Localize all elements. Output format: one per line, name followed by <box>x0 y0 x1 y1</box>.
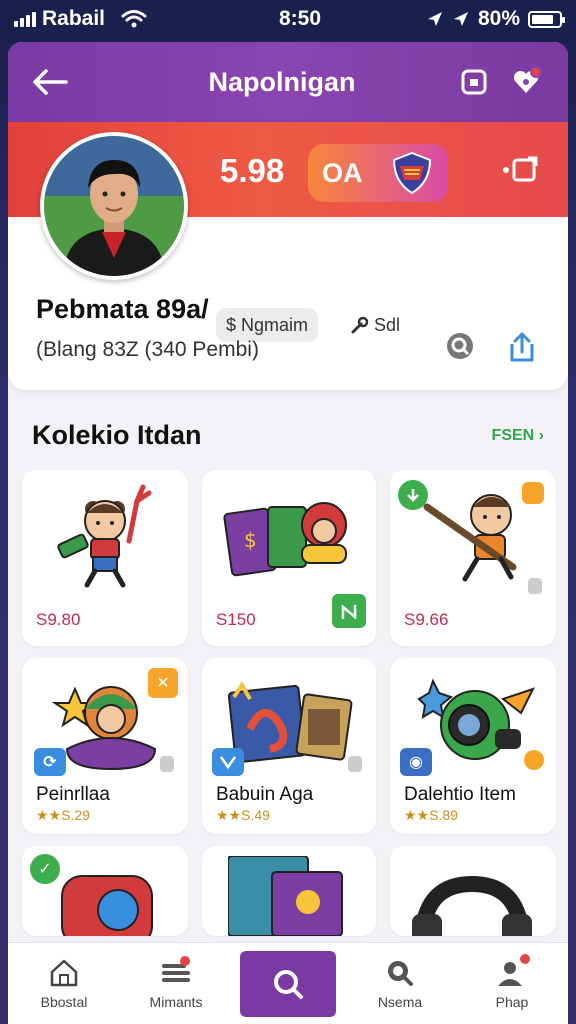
magnifier-icon <box>388 960 413 986</box>
item-image <box>61 875 153 936</box>
search-profile-icon[interactable] <box>444 330 476 362</box>
item-price: S150 <box>216 610 256 629</box>
nav-profile[interactable]: Phap <box>456 953 568 1010</box>
notification-button[interactable] <box>504 60 548 104</box>
location-arrow-icon <box>453 12 468 26</box>
app-window: Napolnigan 5.98 OA $ Ngmaim Sdl Pebmata … <box>8 42 568 1024</box>
stat-pill-label: OA <box>322 157 363 188</box>
shield-icon <box>392 151 432 195</box>
tag-coins-label: $ Ngmaim <box>226 314 309 335</box>
status-time: 8:50 <box>278 7 321 30</box>
status-bar: Rabail 8:50 80% <box>0 0 576 38</box>
more-icon[interactable] <box>528 578 542 594</box>
item-name: Dalehtio Item <box>404 784 516 805</box>
notification-dot <box>180 955 190 966</box>
item-rating: ★★S.49 <box>216 807 270 823</box>
tag-skill[interactable]: Sdl <box>340 308 410 342</box>
chevron-right-icon: › <box>538 426 544 444</box>
bookmark-button[interactable] <box>452 60 496 104</box>
search-icon <box>274 969 303 999</box>
battery-percent: 80% <box>477 7 520 30</box>
item-card[interactable]: ✓ <box>22 846 188 936</box>
item-price: S9.80 <box>36 610 81 629</box>
coin-icon <box>524 750 544 770</box>
notification-dot <box>530 66 542 78</box>
collection-header: Kolekio Itdan FSEN › <box>32 420 544 451</box>
item-image: $ <box>202 476 376 596</box>
more-icon[interactable] <box>160 756 174 772</box>
nav-home[interactable]: Bbostal <box>8 958 120 1010</box>
home-icon <box>50 959 78 986</box>
profile-subtitle: (Blang 83Z (340 Pembi) <box>36 338 259 361</box>
nav-moments-label: Mimants <box>149 993 203 1010</box>
item-price: S9.66 <box>404 610 449 629</box>
wifi-icon <box>121 10 147 28</box>
item-card[interactable]: Babuin Aga ★★S.49 <box>202 658 376 834</box>
back-button[interactable] <box>28 60 72 104</box>
item-name: Babuin Aga <box>216 784 314 805</box>
avatar[interactable] <box>40 132 188 280</box>
swap-icon[interactable]: ⟳ <box>34 748 66 776</box>
tag-skill-label: Sdl <box>374 314 401 335</box>
stat-value: 5.98 <box>220 152 285 189</box>
battery-icon <box>528 10 565 28</box>
nav-search[interactable] <box>240 950 336 1017</box>
item-card[interactable]: S9.66 <box>390 470 556 646</box>
item-name: Peinrllaa <box>36 784 110 805</box>
item-card[interactable]: S9.80 <box>22 470 188 646</box>
check-icon[interactable] <box>212 748 244 776</box>
checked-icon[interactable] <box>332 594 366 628</box>
expand-icon <box>503 156 538 182</box>
section-title: Kolekio Itdan <box>32 420 202 450</box>
signal-icon <box>14 11 36 27</box>
nav-nsema-label: Nsema <box>377 993 423 1010</box>
back-arrow-icon <box>33 69 68 95</box>
more-icon[interactable] <box>348 756 362 772</box>
carrier-label: Rabail <box>42 7 106 30</box>
item-rating: ★★S.89 <box>404 807 458 823</box>
stat-pill[interactable]: OA <box>308 144 448 202</box>
planet-icon[interactable]: ◉ <box>400 748 432 776</box>
notification-dot <box>520 953 530 964</box>
profile-actions <box>444 330 538 364</box>
nav-moments[interactable]: Mimants <box>120 955 232 1010</box>
app-header: Napolnigan <box>8 42 568 122</box>
svg-text:$: $ <box>244 528 257 552</box>
see-all-label: FSEN <box>491 426 535 444</box>
see-all-link[interactable]: FSEN › <box>492 427 544 445</box>
profile-name: Pebmata 89a/ <box>36 294 209 324</box>
page-title: Napolnigan <box>208 66 356 97</box>
item-card[interactable] <box>390 846 556 936</box>
item-image <box>22 476 188 596</box>
nav-home-label: Bbostal <box>40 993 88 1010</box>
item-card[interactable]: $ S150 <box>202 470 376 646</box>
item-image <box>412 875 532 936</box>
item-card[interactable]: ✕ ⟳ Peinrllaa ★★S.29 <box>22 658 188 834</box>
nav-nsema[interactable]: Nsema <box>344 958 456 1010</box>
share-icon[interactable] <box>506 330 538 364</box>
tag-coins[interactable]: $ Ngmaim <box>216 308 319 342</box>
item-card[interactable]: ◉ Dalehtio Item ★★S.89 <box>390 658 556 834</box>
wrench-icon <box>351 316 369 334</box>
share-out-button[interactable] <box>500 154 540 191</box>
avatar-image <box>44 136 184 276</box>
item-rating: ★★S.29 <box>36 807 90 823</box>
profile-card: 5.98 OA $ Ngmaim Sdl Pebmata 89a/ (Blang… <box>8 122 568 390</box>
bottom-nav: Bbostal Mimants Nsema Phap <box>8 942 568 1024</box>
nav-profile-label: Phap <box>495 993 529 1010</box>
location-icon <box>427 12 442 26</box>
item-card[interactable] <box>202 846 376 936</box>
item-grid: S9.80 $ S150 S9.66 ✕ ⟳ Peinrllaa ★★S.29 … <box>22 470 556 936</box>
bag-icon <box>461 69 487 95</box>
item-image <box>228 856 343 936</box>
